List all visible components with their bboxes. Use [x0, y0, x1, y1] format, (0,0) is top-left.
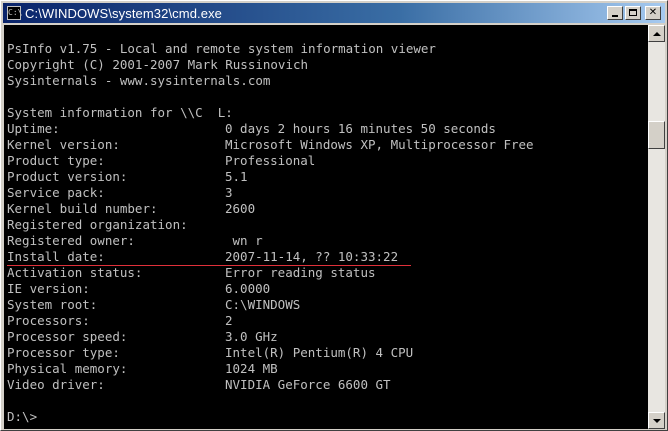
info-value: 2007-11-14, ?? 10:33:22: [225, 249, 399, 264]
header-line-1: PsInfo v1.75 - Local and remote system i…: [7, 41, 436, 56]
info-row: Uptime: 0 days 2 hours 16 minutes 50 seco…: [7, 121, 496, 137]
info-value: 2: [225, 313, 233, 328]
info-label: Product type:: [7, 153, 105, 168]
info-label: Service pack:: [7, 185, 105, 200]
info-value: Error reading status: [225, 265, 376, 280]
info-row: Registered owner: wn r: [7, 233, 263, 249]
info-value: 0 days 2 hours 16 minutes 50 seconds: [225, 121, 496, 136]
info-label: Activation status:: [7, 265, 143, 280]
scroll-up-button[interactable]: [648, 25, 665, 42]
info-label: System root:: [7, 297, 98, 312]
title-bar[interactable]: C:\ C:\WINDOWS\system32\cmd.exe ✕: [3, 3, 665, 23]
info-value: NVIDIA GeForce 6600 GT: [225, 377, 391, 392]
minimize-icon: [612, 15, 618, 17]
header-line-3: Sysinternals - www.sysinternals.com: [7, 73, 271, 88]
info-row: Physical memory: 1024 MB: [7, 361, 278, 377]
close-button[interactable]: ✕: [645, 6, 661, 20]
info-label: Install date:: [7, 249, 105, 264]
scroll-down-arrow-icon: [653, 419, 661, 423]
info-label: Registered organization:: [7, 217, 188, 232]
info-label: Processor speed:: [7, 329, 128, 344]
header-line-2: Copyright (C) 2001-2007 Mark Russinovich: [7, 57, 309, 72]
info-value: Microsoft Windows XP, Multiprocessor Fre…: [225, 137, 534, 152]
info-label: Kernel build number:: [7, 201, 158, 216]
info-value: 2600: [225, 201, 256, 216]
console-app-icon[interactable]: C:\: [7, 6, 22, 20]
info-row: Product version: 5.1: [7, 169, 248, 185]
scroll-down-button[interactable]: [648, 412, 665, 429]
info-label: Processor type:: [7, 345, 120, 360]
command-prompt[interactable]: D:\>: [7, 409, 37, 425]
info-value: 5.1: [225, 169, 248, 184]
info-label: Physical memory:: [7, 361, 128, 376]
system-info-label: System information for \\C L:: [7, 105, 233, 120]
info-value: wn r: [225, 233, 263, 248]
maximize-icon: [629, 9, 637, 16]
info-row: Kernel version: Microsoft Windows XP, Mul…: [7, 137, 534, 153]
info-value: C:\WINDOWS: [225, 297, 301, 312]
info-row: Video driver: NVIDIA GeForce 6600 GT: [7, 377, 391, 393]
info-label: Uptime:: [7, 121, 60, 136]
info-row: Processor speed: 3.0 GHz: [7, 329, 278, 345]
info-row: Processor type: Intel(R) Pentium(R) 4 CPU: [7, 345, 413, 361]
info-row: Activation status: Error reading status: [7, 265, 376, 281]
title-bar-buttons: ✕: [605, 6, 661, 20]
close-icon: ✕: [648, 7, 658, 18]
scroll-up-arrow-icon: [653, 32, 661, 36]
info-label: IE version:: [7, 281, 90, 296]
info-value: 3: [225, 185, 233, 200]
info-row: Service pack: 3: [7, 185, 233, 201]
info-value: 1024 MB: [225, 361, 278, 376]
info-label: Video driver:: [7, 377, 105, 392]
info-value: 3.0 GHz: [225, 329, 278, 344]
info-row: Install date: 2007-11-14, ?? 10:33:22: [7, 249, 398, 265]
info-row: Kernel build number: 2600: [7, 201, 255, 217]
info-row: Product type: Professional: [7, 153, 315, 169]
info-label: Kernel version:: [7, 137, 120, 152]
console-output[interactable]: PsInfo v1.75 - Local and remote system i…: [4, 25, 648, 429]
maximize-button[interactable]: [625, 6, 641, 20]
info-label: Processors:: [7, 313, 90, 328]
info-row: System root: C:\WINDOWS: [7, 297, 300, 313]
minimize-button[interactable]: [607, 6, 623, 20]
info-row: Processors: 2: [7, 313, 233, 329]
window-title: C:\WINDOWS\system32\cmd.exe: [25, 5, 223, 21]
scrollbar-thumb[interactable]: [648, 121, 665, 149]
info-label: Registered owner:: [7, 233, 135, 248]
info-row: IE version: 6.0000: [7, 281, 270, 297]
vertical-scrollbar[interactable]: [648, 25, 665, 429]
info-row: Registered organization:: [7, 217, 188, 233]
info-value: 6.0000: [225, 281, 271, 296]
info-label: Product version:: [7, 169, 128, 184]
info-value: Intel(R) Pentium(R) 4 CPU: [225, 345, 414, 360]
info-value: Professional: [225, 153, 316, 168]
cmd-window: C:\ C:\WINDOWS\system32\cmd.exe ✕ PsInfo…: [0, 0, 668, 431]
